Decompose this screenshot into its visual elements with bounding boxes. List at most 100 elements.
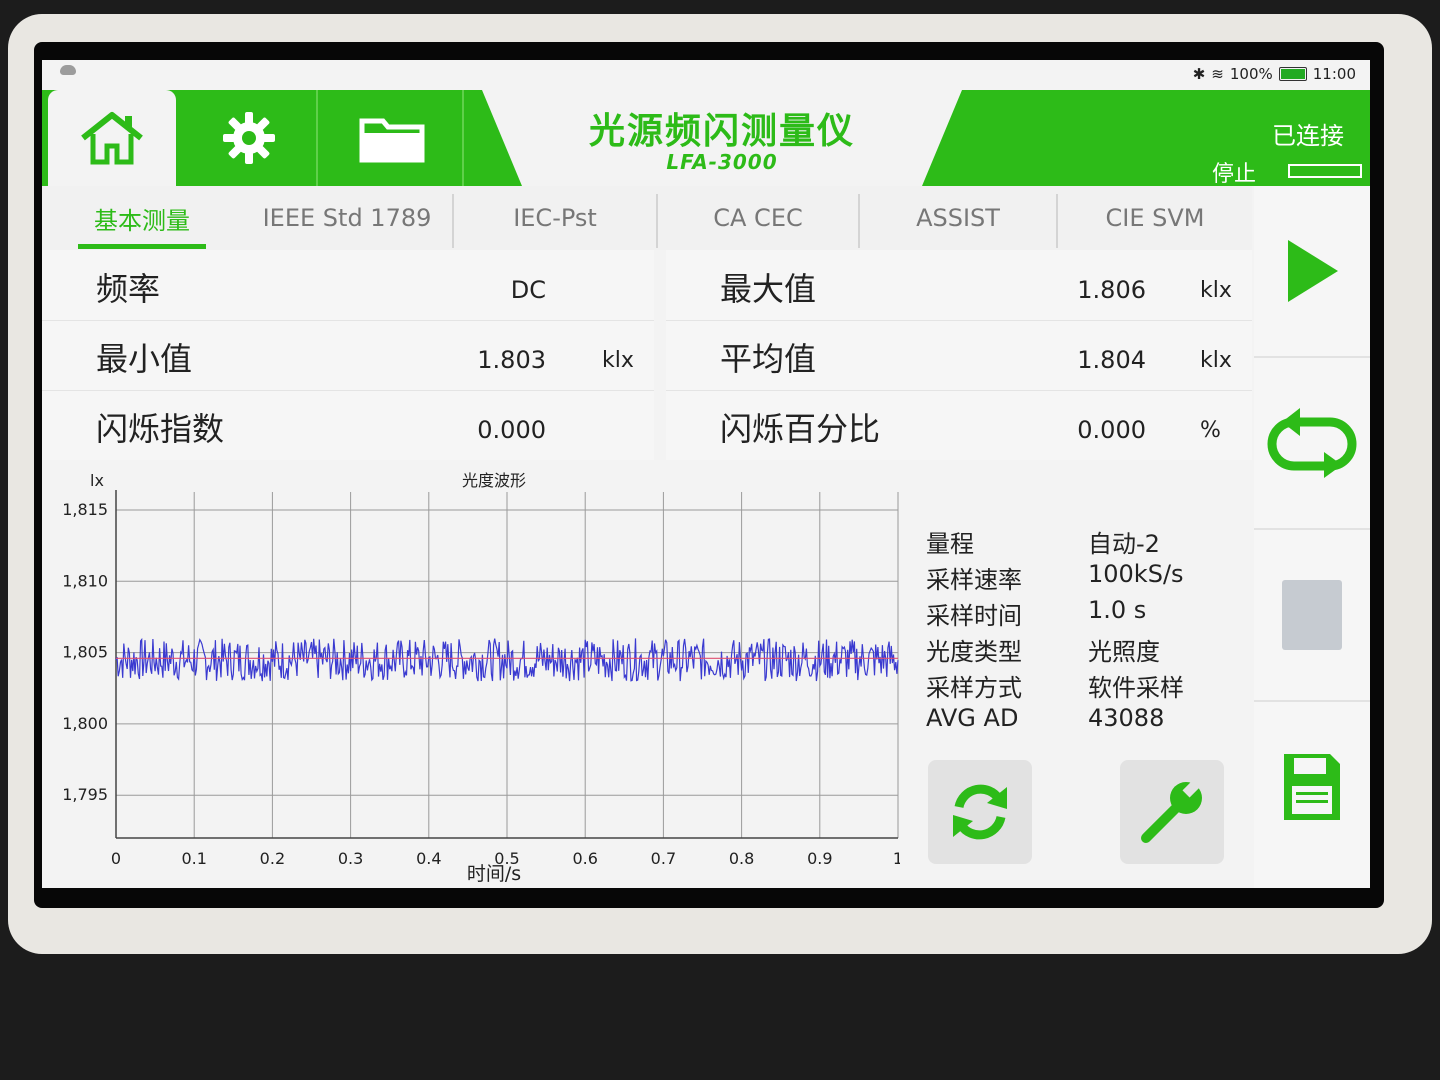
x-tick-label: 0.7	[651, 849, 676, 868]
bluetooth-icon: ✱	[1192, 65, 1206, 83]
y-tick-label: 1,795	[62, 785, 108, 804]
save-button[interactable]	[1254, 702, 1370, 872]
save-icon	[1284, 754, 1340, 820]
loop-button[interactable]	[1254, 358, 1370, 530]
avg-label: 平均值	[720, 340, 817, 378]
info-value: 光照度	[1088, 638, 1160, 666]
refresh-icon	[953, 784, 1007, 840]
files-button[interactable]	[322, 90, 464, 186]
x-tick-label: 0.1	[181, 849, 206, 868]
info-key: 量程	[926, 530, 974, 558]
y-tick-label: 1,810	[62, 571, 108, 590]
measurement-panel-left: 频率 DC 最小值 1.803 klx 闪烁指数 0.000	[42, 250, 654, 460]
avg-unit: klx	[1200, 348, 1232, 373]
y-tick-label: 1,815	[62, 500, 108, 519]
frequency-value: DC	[510, 276, 546, 304]
status-indicators: ✱ ≋ 100% 11:00	[1193, 65, 1356, 83]
wifi-icon: ≋	[1211, 65, 1224, 83]
x-tick-label: 0.8	[729, 849, 754, 868]
placeholder-button[interactable]	[1254, 530, 1370, 702]
max-value: 1.806	[1077, 276, 1146, 304]
folder-icon	[359, 118, 425, 163]
flicker-percent-row: 闪烁百分比 0.000 %	[666, 390, 1252, 460]
x-tick-label: 0.9	[807, 849, 832, 868]
connection-status: 已连接	[1272, 122, 1344, 150]
start-button[interactable]	[1254, 186, 1370, 358]
waveform-chart-svg: 1,815 1,810 1,805 1,800 1,795 0 0.1 0.2 0.3 0.4 0…	[62, 471, 903, 885]
cloud-icon	[60, 65, 76, 75]
status-bar: ✱ ≋ 100% 11:00	[42, 60, 1370, 90]
x-tick-label: 1	[893, 849, 900, 868]
play-icon	[1288, 240, 1338, 302]
x-tick-label: 0	[111, 849, 121, 868]
avg-value: 1.804	[1077, 346, 1146, 374]
tab-ieee[interactable]: IEEE Std 1789	[242, 186, 452, 250]
max-label: 最大值	[720, 270, 817, 308]
avg-row: 平均值 1.804 klx	[666, 320, 1252, 391]
info-key: 采样速率	[926, 566, 1022, 594]
info-value: 自动-2	[1088, 530, 1160, 558]
blank-slot-icon	[1282, 580, 1342, 650]
home-button[interactable]	[48, 90, 176, 186]
flicker-percent-unit: %	[1200, 418, 1221, 443]
flicker-percent-value: 0.000	[1077, 416, 1146, 444]
active-tab-indicator	[78, 244, 206, 249]
info-key: 光度类型	[926, 638, 1022, 666]
progress-bar	[1288, 164, 1362, 178]
min-unit: klx	[602, 348, 634, 373]
wrench-icon	[1141, 780, 1202, 843]
title-banner: 光源频闪测量仪 LFA-3000	[482, 90, 962, 186]
info-row-sample-rate: 采样速率 100kS/s	[926, 558, 1246, 594]
info-row-photometric-type: 光度类型 光照度	[926, 630, 1246, 666]
flicker-index-label: 闪烁指数	[96, 410, 225, 448]
app-screen: ✱ ≋ 100% 11:00 光源频闪测量仪 LFA-3000 已连接 停止 基…	[42, 60, 1370, 888]
tab-bar: 基本测量 IEEE Std 1789 IEC-Pst CA CEC ASSIST…	[42, 186, 1252, 250]
x-tick-label: 0.4	[416, 849, 441, 868]
info-value: 100kS/s	[1088, 560, 1184, 588]
x-axis-label: 时间/s	[467, 863, 521, 885]
battery-percent: 100%	[1229, 65, 1273, 83]
calibrate-button[interactable]	[1120, 760, 1224, 864]
app-title: 光源频闪测量仪	[588, 111, 855, 152]
tab-ca-cec[interactable]: CA CEC	[658, 186, 858, 250]
info-row-sample-time: 采样时间 1.0 s	[926, 594, 1246, 630]
info-value: 43088	[1088, 704, 1165, 732]
home-icon	[81, 112, 143, 165]
tab-basic[interactable]: 基本测量	[78, 186, 206, 250]
frequency-label: 频率	[96, 270, 161, 308]
info-key: 采样时间	[926, 602, 1022, 630]
info-value: 1.0 s	[1088, 596, 1147, 624]
flicker-index-value: 0.000	[477, 416, 546, 444]
app-header: 光源频闪测量仪 LFA-3000 已连接 停止	[42, 90, 1370, 187]
settings-button[interactable]	[182, 90, 318, 186]
info-row-avg-ad: AVG AD 43088	[926, 702, 1246, 738]
tab-assist[interactable]: ASSIST	[860, 186, 1056, 250]
info-row-sample-mode: 采样方式 软件采样	[926, 666, 1246, 702]
min-label: 最小值	[96, 340, 193, 378]
model-name: LFA-3000	[666, 150, 778, 174]
stop-label: 停止	[1212, 162, 1257, 187]
info-key: AVG AD	[926, 704, 1019, 732]
loop-icon	[1267, 408, 1357, 478]
max-unit: klx	[1200, 278, 1232, 303]
tab-iec[interactable]: IEC-Pst	[454, 186, 656, 250]
chart-title: 光度波形	[462, 471, 526, 490]
y-tick-label: 1,805	[62, 643, 108, 662]
info-panel: 量程 自动-2 采样速率 100kS/s 采样时间 1.0 s 光度类型 光照度…	[926, 522, 1246, 738]
flicker-index-row: 闪烁指数 0.000	[42, 390, 654, 460]
min-row: 最小值 1.803 klx	[42, 320, 654, 391]
gear-icon	[223, 112, 275, 164]
x-tick-label: 0.6	[572, 849, 597, 868]
flicker-percent-label: 闪烁百分比	[720, 410, 881, 448]
max-row: 最大值 1.806 klx	[666, 250, 1252, 321]
waveform-chart: 1,815 1,810 1,805 1,800 1,795 0 0.1 0.2 0.3 0.4 0…	[42, 462, 903, 888]
frequency-row: 频率 DC	[42, 250, 654, 321]
tab-cie-svm[interactable]: CIE SVM	[1058, 186, 1252, 250]
battery-icon	[1278, 67, 1307, 81]
x-tick-label: 0.2	[260, 849, 285, 868]
refresh-button[interactable]	[928, 760, 1032, 864]
info-value: 软件采样	[1088, 674, 1184, 702]
min-value: 1.803	[477, 346, 546, 374]
measurement-panel-right: 最大值 1.806 klx 平均值 1.804 klx 闪烁百分比 0.000 …	[666, 250, 1252, 460]
clock: 11:00	[1312, 65, 1356, 83]
